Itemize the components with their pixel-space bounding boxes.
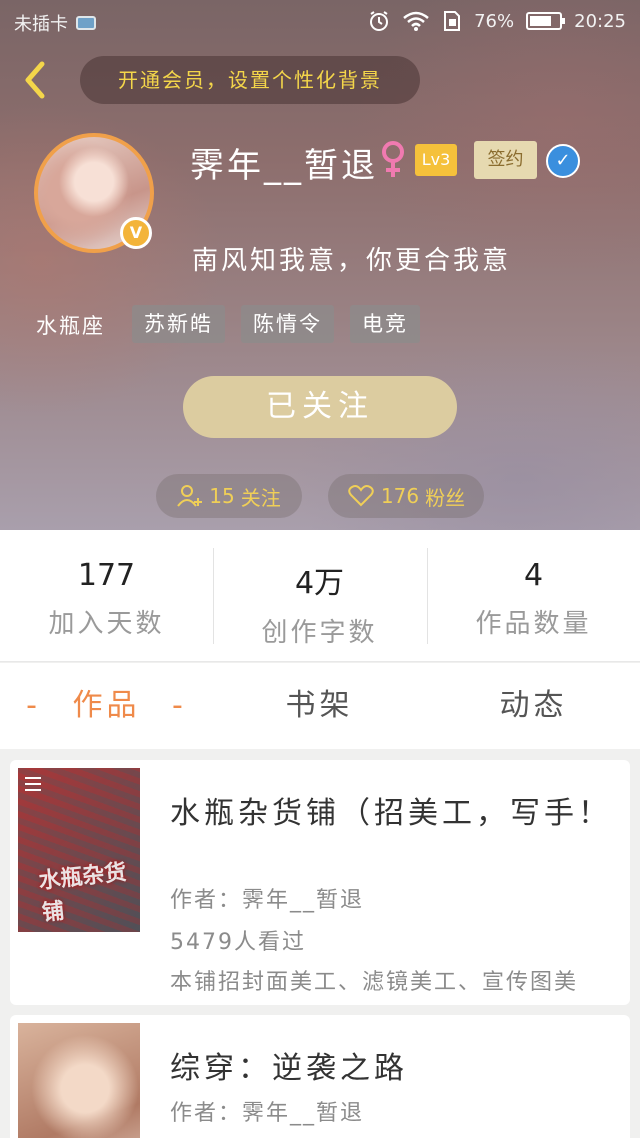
follow-button[interactable]: 已关注 — [183, 376, 457, 438]
book-card[interactable]: 综穿：逆袭之路 作者：霁年__暂退 — [10, 1015, 630, 1138]
tab-bar: - 作品 - 书架 动态 — [0, 663, 640, 749]
stat-label: 加入天数 — [48, 609, 165, 639]
book-description: 本铺招封面美工、滤镜美工、宣传图美 — [170, 970, 579, 995]
fans-label: 粉丝 — [425, 485, 466, 510]
tab-activity[interactable]: 动态 — [427, 663, 640, 749]
carrier-text: 未插卡 — [14, 14, 68, 35]
stat-label: 创作字数 — [261, 618, 378, 648]
book-views: 5479人看过 — [170, 930, 306, 955]
following-button[interactable]: 15 关注 — [156, 474, 302, 518]
add-user-icon — [177, 485, 203, 507]
clock: 20:25 — [574, 10, 626, 32]
stat-label: 作品数量 — [475, 609, 592, 639]
stat-value: 4万 — [294, 566, 345, 601]
fans-button[interactable]: 176 粉丝 — [328, 474, 484, 518]
menu-icon — [25, 777, 41, 791]
book-title[interactable]: 综穿：逆袭之路 — [170, 1043, 408, 1087]
stat-works-count: 4 作品数量 — [427, 530, 640, 662]
tag-item[interactable]: 陈情令 — [241, 305, 334, 343]
vip-badge-icon: V — [120, 217, 152, 249]
profile-stats: 177 加入天数 4万 创作字数 4 作品数量 — [0, 530, 640, 662]
stat-value: 177 — [77, 558, 136, 593]
cover-title-art: 水瓶杂货铺 — [37, 860, 128, 927]
level-badge: Lv3 — [415, 144, 457, 176]
tab-active-mark: - — [26, 688, 41, 723]
tab-works[interactable]: - 作品 - — [0, 663, 213, 749]
stat-join-days: 177 加入天数 — [0, 530, 213, 662]
book-author: 作者：霁年__暂退 — [170, 1101, 365, 1126]
back-arrow-icon[interactable] — [16, 58, 56, 102]
battery-icon — [526, 12, 566, 30]
status-bar: 未插卡 76% 20:25 — [0, 0, 640, 44]
following-count: 15 — [209, 484, 235, 508]
vip-banner-button[interactable]: 开通会员，设置个性化背景 — [80, 56, 420, 104]
tab-label: 作品 — [72, 688, 141, 723]
book-card[interactable]: 水瓶杂货铺 水瓶杂货铺（招美工，写手！ 作者：霁年__暂退 5479人看过 本铺… — [10, 760, 630, 1005]
tag-item[interactable]: 苏新皓 — [132, 305, 225, 343]
signed-badge: 签约 — [474, 141, 537, 179]
following-label: 关注 — [240, 485, 281, 510]
verified-icon: ✓ — [546, 144, 580, 178]
book-title[interactable]: 水瓶杂货铺（招美工，写手！ — [170, 788, 612, 832]
female-icon — [382, 141, 404, 177]
book-cover[interactable]: 水瓶杂货铺 — [18, 768, 140, 932]
profile-header: 未插卡 76% 20:25 开通会员，设置个性化背景 V 霁年__暂退 Lv3 … — [0, 0, 640, 530]
fans-count: 176 — [380, 484, 420, 508]
alarm-icon — [370, 11, 389, 31]
no-sim-icon — [444, 11, 461, 31]
interest-tags: 苏新皓 陈情令 电竞 — [132, 305, 420, 343]
battery-percent: 76% — [474, 10, 515, 32]
signature-text: 南风知我意，你更合我意 — [192, 246, 512, 276]
tag-item[interactable]: 电竞 — [350, 305, 420, 343]
battery-fill — [530, 16, 552, 26]
tab-shelf[interactable]: 书架 — [213, 663, 426, 749]
heart-icon — [348, 485, 374, 507]
username: 霁年__暂退 — [190, 146, 378, 186]
zodiac-label: 水瓶座 — [36, 314, 105, 338]
stat-word-count: 4万 创作字数 — [213, 530, 426, 662]
stat-value: 4 — [523, 558, 544, 593]
book-author: 作者：霁年__暂退 — [170, 888, 365, 913]
wifi-icon — [403, 11, 429, 31]
tab-active-mark: - — [172, 688, 187, 723]
book-cover[interactable] — [18, 1023, 140, 1138]
sim-card-icon — [76, 16, 96, 30]
